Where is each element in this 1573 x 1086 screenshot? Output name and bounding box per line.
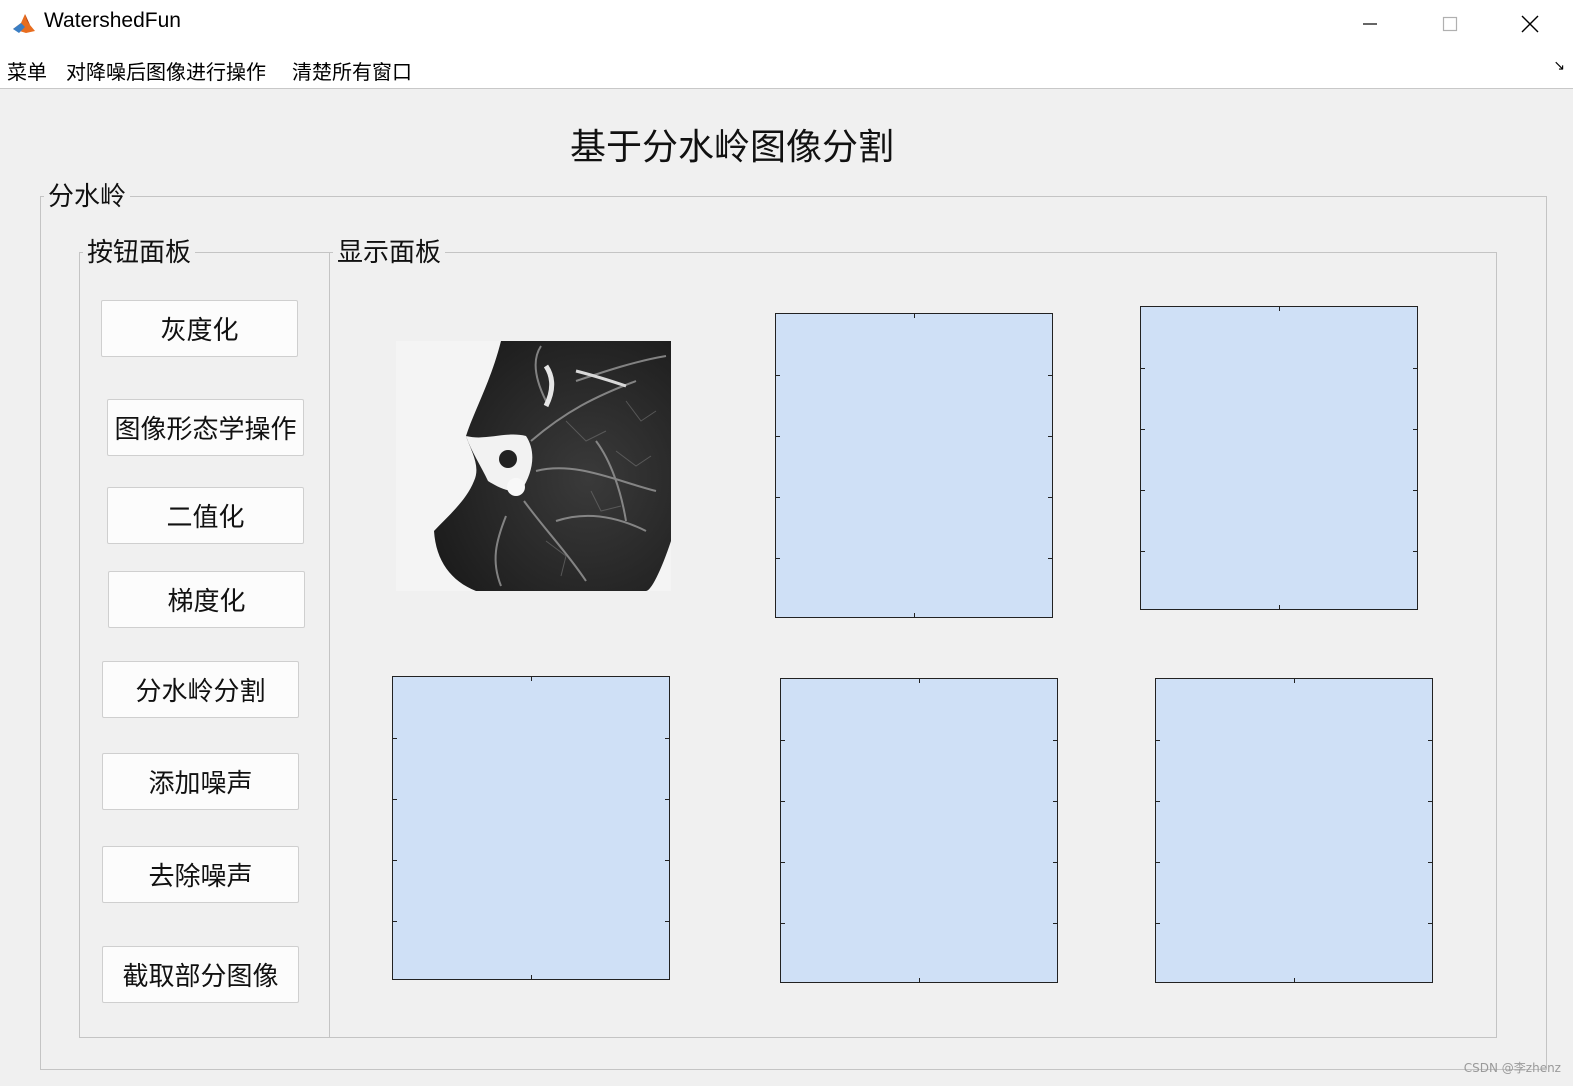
crop-image-button[interactable]: 截取部分图像	[102, 946, 299, 1003]
watershed-panel-label: 分水岭	[44, 182, 131, 212]
window-title: WatershedFun	[44, 9, 181, 32]
lung-ct-image	[396, 341, 671, 591]
grayscale-button[interactable]: 灰度化	[101, 300, 298, 357]
axes-2	[775, 313, 1053, 618]
dock-arrow-icon[interactable]: ↘	[1553, 58, 1565, 74]
title-bar: WatershedFun	[0, 0, 1573, 48]
remove-noise-button[interactable]: 去除噪声	[102, 846, 299, 903]
matlab-icon	[11, 11, 37, 37]
button-panel	[79, 252, 330, 1038]
minimize-button[interactable]	[1330, 0, 1410, 48]
menu-bar: 菜单 对降噪后图像进行操作 清楚所有窗口	[0, 48, 1573, 89]
page-title: 基于分水岭图像分割	[569, 127, 894, 168]
axes-3	[1140, 306, 1418, 610]
close-icon	[1521, 15, 1539, 33]
watershed-segment-button[interactable]: 分水岭分割	[102, 661, 299, 718]
maximize-icon	[1442, 16, 1458, 32]
axes-4	[392, 676, 670, 980]
axes-6	[1155, 678, 1433, 983]
watermark: CSDN @李zhenz	[1463, 1061, 1561, 1075]
menu-item-menu[interactable]: 菜单	[7, 56, 47, 85]
display-panel-label: 显示面板	[333, 238, 446, 268]
menu-item-denoised-ops[interactable]: 对降噪后图像进行操作	[66, 56, 266, 85]
menu-item-clear-windows[interactable]: 清楚所有窗口	[292, 56, 412, 85]
button-panel-label: 按钮面板	[83, 238, 196, 268]
add-noise-button[interactable]: 添加噪声	[102, 753, 299, 810]
axes-5	[780, 678, 1058, 983]
gradient-button[interactable]: 梯度化	[108, 571, 305, 628]
minimize-icon	[1363, 23, 1377, 25]
close-button[interactable]	[1490, 0, 1570, 48]
binarize-button[interactable]: 二值化	[107, 487, 304, 544]
maximize-button[interactable]	[1410, 0, 1490, 48]
morphology-button[interactable]: 图像形态学操作	[107, 399, 304, 456]
